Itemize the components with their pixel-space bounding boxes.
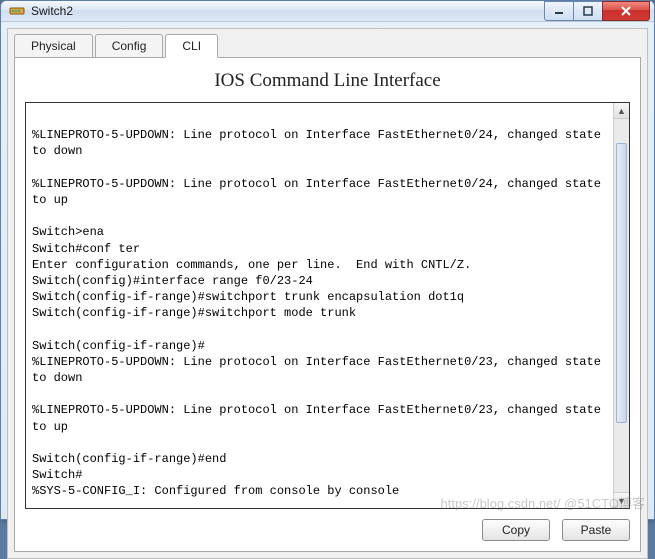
minimize-button[interactable]: [544, 1, 574, 21]
app-window: Switch2 Physical Config CLI IOS Command …: [0, 0, 655, 520]
cli-terminal[interactable]: %LINEPROTO-5-UPDOWN: Line protocol on In…: [26, 103, 613, 508]
panel-title: IOS Command Line Interface: [25, 70, 630, 92]
button-row: Copy Paste: [25, 509, 630, 541]
window-controls: [545, 1, 650, 21]
scroll-thumb[interactable]: [616, 143, 627, 423]
scrollbar[interactable]: ▲ ▼: [613, 103, 629, 508]
maximize-button[interactable]: [573, 1, 603, 21]
paste-button[interactable]: Paste: [562, 519, 630, 541]
close-button[interactable]: [602, 1, 650, 21]
app-icon: [9, 3, 25, 19]
content-area: Physical Config CLI IOS Command Line Int…: [7, 28, 648, 559]
terminal-container: %LINEPROTO-5-UPDOWN: Line protocol on In…: [25, 102, 630, 509]
tab-bar: Physical Config CLI: [14, 34, 641, 58]
tab-physical[interactable]: Physical: [14, 34, 93, 58]
cli-panel: IOS Command Line Interface %LINEPROTO-5-…: [14, 57, 641, 552]
tab-config[interactable]: Config: [95, 34, 164, 58]
tab-cli[interactable]: CLI: [165, 34, 218, 58]
copy-button[interactable]: Copy: [482, 519, 550, 541]
window-title: Switch2: [31, 4, 545, 18]
scroll-down-arrow[interactable]: ▼: [614, 492, 629, 508]
scroll-up-arrow[interactable]: ▲: [614, 103, 629, 119]
titlebar[interactable]: Switch2: [1, 1, 654, 22]
